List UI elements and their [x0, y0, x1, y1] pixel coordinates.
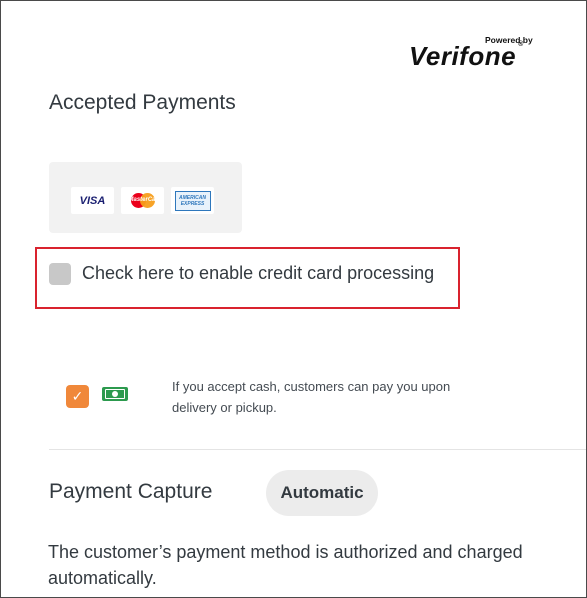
capture-mode-button[interactable]: Automatic	[266, 470, 378, 516]
mastercard-card-label: MasterCard	[128, 196, 162, 203]
payment-settings-panel: Powered by Verifone ® Accepted Payments V…	[0, 0, 587, 598]
payment-capture-title: Payment Capture	[49, 480, 213, 503]
visa-card-icon: VISA	[71, 187, 114, 214]
visa-card-label: VISA	[79, 194, 106, 207]
checkmark-icon: ✓	[71, 388, 84, 404]
verifone-logo: Verifone ®	[409, 41, 524, 72]
verifone-logo-text: Verifone	[409, 41, 517, 71]
amex-card-icon: AMERICAN EXPRESS	[171, 187, 214, 214]
cash-payment-checkbox[interactable]: ✓	[66, 385, 89, 408]
mastercard-card-icon: MasterCard	[121, 187, 164, 214]
cash-description: If you accept cash, customers can pay yo…	[172, 379, 451, 415]
cash-money-icon	[102, 387, 128, 401]
credit-card-processing-label[interactable]: Check here to enable credit card process…	[82, 263, 434, 284]
accepted-payments-title: Accepted Payments	[49, 91, 236, 114]
payment-capture-description: The customer’s payment method is authori…	[48, 542, 523, 588]
amex-card-label: AMERICAN EXPRESS	[179, 194, 206, 207]
accepted-cards-box: VISA MasterCard AMERICAN EXPRESS	[49, 162, 242, 233]
registered-mark: ®	[518, 41, 524, 48]
section-divider	[49, 449, 586, 450]
credit-card-processing-checkbox[interactable]	[49, 263, 71, 285]
